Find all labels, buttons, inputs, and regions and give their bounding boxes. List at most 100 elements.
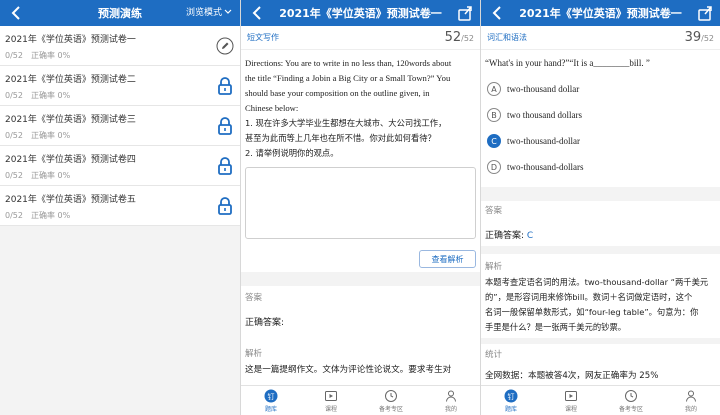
profile-icon (686, 390, 696, 402)
paper-accuracy: 正确率 0% (30, 211, 71, 220)
question-header: 短文写作 52/52 (241, 26, 480, 50)
analysis-line: 的”，是形容词用来修饰bill。数词＋名词做定语时，这个 (485, 292, 693, 302)
divider (481, 338, 720, 344)
paper-accuracy: 正确率 0% (30, 91, 71, 100)
tab-course[interactable]: 课程 (546, 389, 596, 413)
divider (481, 246, 720, 254)
bottom-tab-bar: 钉 题库 课程 备考专区 我的 (481, 385, 720, 415)
lock-icon[interactable] (216, 116, 234, 136)
tab-profile[interactable]: 我的 (426, 389, 476, 413)
page-title: 2021年《学位英语》预测试卷一 (519, 7, 682, 20)
tab-course[interactable]: 课程 (306, 389, 356, 413)
option-text: two-thousand-dollar (507, 136, 580, 146)
question-number: 39 (684, 30, 702, 45)
mode-label: 浏览模式 (185, 8, 222, 18)
tab-label: 我的 (684, 406, 697, 413)
paper-progress: 0/52 (5, 131, 23, 140)
analysis-line: 本题考查定语名词的用法。two-thousand-dollar “两千美元 (485, 277, 709, 287)
tab-question-bank[interactable]: 钉 题库 (486, 389, 536, 413)
page-title: 2021年《学位英语》预测试卷一 (279, 7, 442, 20)
view-analysis-button[interactable]: 查看解析 (419, 250, 476, 268)
tab-label: 题库 (504, 406, 517, 413)
question-line: 2. 请举例说明你的观点。 (245, 148, 339, 158)
list-item[interactable]: 2021年《学位英语》预测试卷一 0/52 正确率 0% (0, 26, 240, 66)
option-letter: D (487, 160, 501, 174)
answer-textarea[interactable] (245, 167, 476, 239)
back-button[interactable] (487, 3, 507, 23)
option-text: two-thousand-dollars (507, 162, 584, 172)
correct-answer-value: C (526, 231, 534, 241)
tab-exam-prep[interactable]: 备考专区 (366, 389, 416, 413)
analysis-text: 这是一篇提纲作文。文体为评论性论说文。要求考生对 (245, 365, 452, 375)
divider (481, 187, 720, 201)
paper-title: 2021年《学位英语》预测试卷四 (5, 155, 136, 165)
question-total: /52 (701, 34, 714, 43)
correct-answer: 正确答案: C (485, 228, 533, 241)
analysis-text: 本题考查定语名词的用法。two-thousand-dollar “两千美元 的”… (485, 275, 719, 335)
paper-progress: 0/52 (5, 51, 23, 60)
divider (241, 272, 480, 286)
analysis-label: 解析 (245, 349, 263, 359)
correct-answer-label: 正确答案: (245, 318, 285, 328)
back-button[interactable] (247, 3, 267, 23)
play-icon (325, 391, 337, 401)
tab-question-bank[interactable]: 钉 题库 (246, 389, 296, 413)
question-line: Directions: You are to write in no less … (245, 58, 452, 68)
answer-label: 答案 (245, 293, 263, 303)
share-icon[interactable] (696, 4, 714, 22)
paper-accuracy: 正确率 0% (30, 51, 71, 60)
option-c[interactable]: C two-thousand-dollar (487, 134, 580, 148)
paper-accuracy: 正确率 0% (30, 131, 71, 140)
list-item[interactable]: 2021年《学位英语》预测试卷五 0/52 正确率 0% (0, 186, 240, 226)
paper-title: 2021年《学位英语》预测试卷三 (5, 115, 136, 125)
back-button[interactable] (6, 3, 26, 23)
question-line: the title “Finding a Jobin a Big City or… (245, 73, 451, 83)
question-line: should base your composition on the outl… (245, 88, 430, 98)
mode-dropdown[interactable]: 浏览模式 (186, 5, 232, 18)
question-line: 甚至为此而等上几年也在所不惜。你对此如何看待？ (245, 133, 436, 143)
list-item[interactable]: 2021年《学位英语》预测试卷二 0/52 正确率 0% (0, 66, 240, 106)
option-d[interactable]: D two-thousand-dollars (487, 160, 584, 174)
question-line: Chinese below: (245, 103, 299, 113)
question-bank-icon: 钉 (264, 389, 278, 403)
option-b[interactable]: B two thousand dollars (487, 108, 582, 122)
header-bar: 预测演练 浏览模式 (0, 0, 240, 26)
list-item[interactable]: 2021年《学位英语》预测试卷三 0/52 正确率 0% (0, 106, 240, 146)
tab-profile[interactable]: 我的 (666, 389, 716, 413)
question-text: “What's in your hand?”“It is a________bi… (485, 58, 650, 68)
lock-icon[interactable] (216, 76, 234, 96)
option-letter: B (487, 108, 501, 122)
tab-label: 备考专区 (378, 406, 403, 413)
svg-text:钉: 钉 (508, 392, 515, 401)
pencil-icon[interactable] (216, 36, 234, 56)
question-type: 词汇和语法 (487, 33, 527, 42)
tab-label: 题库 (264, 406, 277, 413)
list-item[interactable]: 2021年《学位英语》预测试卷四 0/52 正确率 0% (0, 146, 240, 186)
correct-answer-label: 正确答案: (485, 231, 525, 241)
lock-icon[interactable] (216, 156, 234, 176)
paper-title: 2021年《学位英语》预测试卷二 (5, 75, 136, 85)
exam-prep-icon (625, 390, 637, 402)
question-total: /52 (461, 34, 474, 43)
analysis-line: 手里是什么？是一张两千美元的钞票。 (485, 322, 627, 332)
chevron-left-icon (252, 6, 261, 20)
question-line: 1. 现在许多大学毕业生都想在大城市、大公司找工作， (245, 118, 447, 128)
option-a[interactable]: A two-thousand dollar (487, 82, 579, 96)
stats-label: 统计 (485, 350, 503, 360)
tab-label: 我的 (444, 406, 457, 413)
paper-progress: 0/52 (5, 91, 23, 100)
chevron-left-icon (492, 6, 501, 20)
lock-icon[interactable] (216, 196, 234, 216)
analysis-line: 名词一般保留单数形式，如“four-leg table”。句意为：你 (485, 307, 699, 317)
question-type: 短文写作 (247, 33, 279, 42)
option-letter: C (487, 134, 501, 148)
paper-title: 2021年《学位英语》预测试卷一 (5, 35, 136, 45)
question-number: 52 (444, 30, 462, 45)
tab-exam-prep[interactable]: 备考专区 (606, 389, 656, 413)
question-bank-icon: 钉 (504, 389, 518, 403)
option-text: two-thousand dollar (507, 84, 580, 94)
header-bar: 2021年《学位英语》预测试卷一 (481, 0, 720, 26)
paper-accuracy: 正确率 0% (30, 171, 71, 180)
share-icon[interactable] (456, 4, 474, 22)
question-header: 词汇和语法 39/52 (481, 26, 720, 50)
